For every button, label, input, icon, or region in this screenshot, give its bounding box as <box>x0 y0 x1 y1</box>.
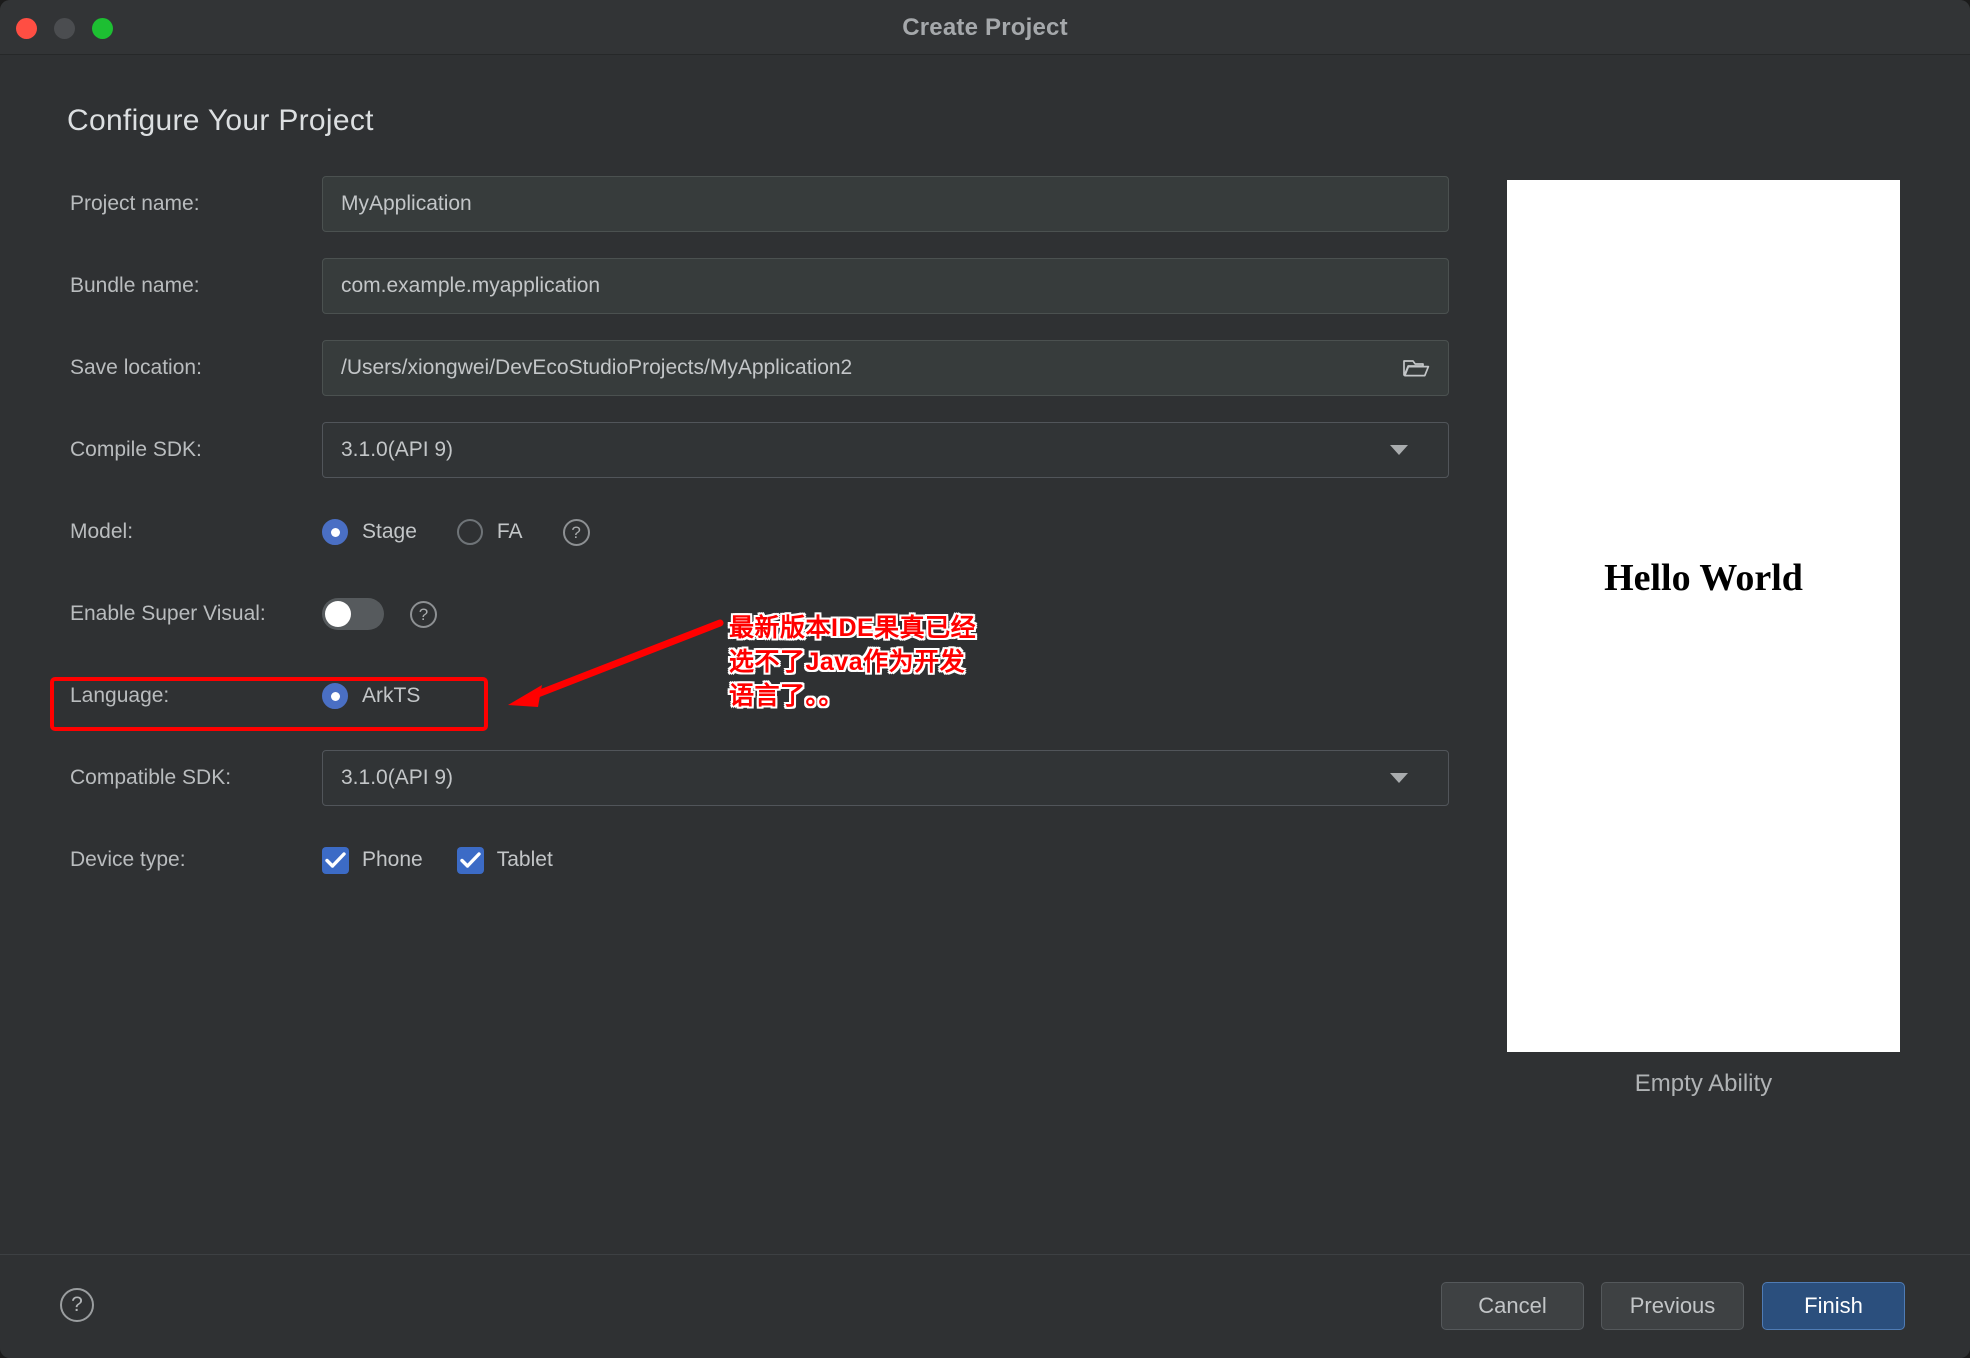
compile-sdk-label: Compile SDK: <box>70 438 202 461</box>
language-radio-group: ArkTS <box>322 683 446 709</box>
model-help-icon[interactable]: ? <box>562 518 590 546</box>
device-type-phone-label: Phone <box>362 848 423 871</box>
enable-super-visual-help-icon[interactable]: ? <box>410 600 437 628</box>
save-location-label: Save location: <box>70 356 202 379</box>
project-name-input[interactable]: MyApplication <box>322 176 1449 232</box>
preview-hello-world-text: Hello World <box>1604 557 1803 599</box>
model-radio-group: Stage FA ? <box>322 518 590 546</box>
bundle-name-value: com.example.myapplication <box>341 274 601 297</box>
bundle-name-row: Bundle name: com.example.myapplication <box>0 258 1470 314</box>
model-option-stage-label: Stage <box>362 520 417 543</box>
title-bar: Create Project <box>0 0 1970 55</box>
device-type-tablet-label: Tablet <box>496 848 553 871</box>
save-location-input[interactable]: /Users/xiongwei/DevEcoStudioProjects/MyA… <box>322 340 1449 396</box>
folder-icon[interactable] <box>1402 356 1430 380</box>
compile-sdk-value: 3.1.0(API 9) <box>341 438 454 461</box>
compile-sdk-row: Compile SDK: 3.1.0(API 9) <box>0 422 1470 478</box>
page-title: Configure Your Project <box>67 104 374 137</box>
model-label: Model: <box>70 520 134 543</box>
template-preview: Hello World <box>1507 180 1900 1052</box>
project-name-value: MyApplication <box>341 192 472 215</box>
language-radio-arkts[interactable] <box>322 683 348 709</box>
cancel-button[interactable]: Cancel <box>1441 1282 1584 1330</box>
project-config-form: Project name: MyApplication Bundle name:… <box>0 176 1470 914</box>
device-type-label: Device type: <box>70 848 186 871</box>
help-icon[interactable]: ? <box>60 1288 94 1322</box>
save-location-value: /Users/xiongwei/DevEcoStudioProjects/MyA… <box>341 356 853 379</box>
enable-super-visual-toggle[interactable] <box>322 598 384 630</box>
compatible-sdk-select[interactable]: 3.1.0(API 9) <box>322 750 1449 806</box>
device-type-checkbox-tablet[interactable] <box>456 846 484 874</box>
model-option-fa-label: FA <box>496 520 523 543</box>
create-project-dialog: Create Project Configure Your Project Pr… <box>0 0 1970 1358</box>
model-radio-fa[interactable] <box>456 519 483 545</box>
save-location-row: Save location: /Users/xiongwei/DevEcoStu… <box>0 340 1470 396</box>
finish-button[interactable]: Finish <box>1762 1282 1905 1330</box>
bundle-name-label: Bundle name: <box>70 274 200 297</box>
previous-button[interactable]: Previous <box>1601 1282 1744 1330</box>
preview-caption: Empty Ability <box>1634 1070 1773 1097</box>
project-name-row: Project name: MyApplication <box>0 176 1470 232</box>
enable-super-visual-label: Enable Super Visual: <box>70 602 266 625</box>
model-radio-stage[interactable] <box>322 519 348 545</box>
annotation-text: 最新版本IDE果真已经 选不了Java作为开发 语言了。。 <box>729 614 977 710</box>
project-name-label: Project name: <box>70 192 200 215</box>
compatible-sdk-label: Compatible SDK: <box>70 766 232 789</box>
language-option-arkts-label: ArkTS <box>362 684 421 707</box>
language-label: Language: <box>70 684 170 707</box>
compile-sdk-select[interactable]: 3.1.0(API 9) <box>322 422 1449 478</box>
device-type-checkbox-phone[interactable] <box>322 846 349 874</box>
window-title: Create Project <box>902 14 1068 41</box>
compatible-sdk-value: 3.1.0(API 9) <box>341 766 454 789</box>
model-row: Model: Stage FA ? <box>0 504 1470 560</box>
compatible-sdk-row: Compatible SDK: 3.1.0(API 9) <box>0 750 1470 806</box>
bundle-name-input[interactable]: com.example.myapplication <box>322 258 1449 314</box>
chevron-down-icon[interactable] <box>1390 445 1408 455</box>
chevron-down-icon[interactable] <box>1390 773 1408 783</box>
device-type-row: Device type: Phone Tablet <box>0 832 1470 888</box>
